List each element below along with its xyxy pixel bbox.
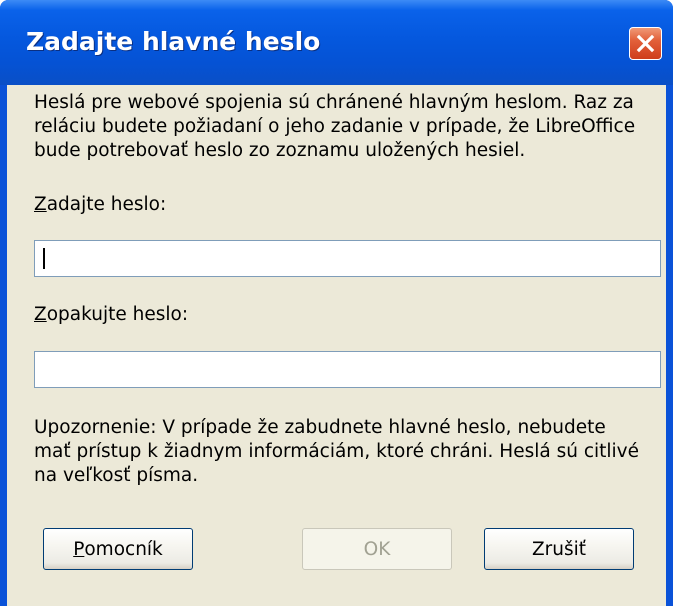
confirm-password-input[interactable] <box>34 351 661 388</box>
confirm-password-label: Zopakujte heslo: <box>34 303 188 327</box>
ok-button[interactable]: OK <box>302 528 452 570</box>
close-button[interactable] <box>629 27 662 60</box>
text-caret <box>43 248 45 269</box>
intro-text: Heslá pre webové spojenia sú chránené hl… <box>34 92 636 161</box>
dialog-body: Heslá pre webové spojenia sú chránené hl… <box>7 85 666 606</box>
confirm-label-accelerator: Z <box>34 304 47 325</box>
help-button-label: omocník <box>84 538 163 560</box>
cancel-button[interactable]: Zrušiť <box>484 528 634 570</box>
title-bar[interactable]: Zadajte hlavné heslo <box>0 0 673 85</box>
close-icon <box>636 34 655 53</box>
password-label-accelerator: Z <box>34 194 47 215</box>
dialog-window: Zadajte hlavné heslo Heslá pre webové sp… <box>0 0 673 606</box>
dialog-title: Zadajte hlavné heslo <box>26 27 321 56</box>
help-button-accelerator: P <box>73 538 85 560</box>
help-button[interactable]: Pomocník <box>43 528 193 570</box>
confirm-label-text: opakujte heslo: <box>46 304 189 325</box>
password-label: Zadajte heslo: <box>34 193 166 217</box>
password-input[interactable] <box>34 240 661 277</box>
password-label-text: adajte heslo: <box>46 194 167 215</box>
warning-text: Upozornenie: V prípade že zabudnete hlav… <box>34 417 640 486</box>
